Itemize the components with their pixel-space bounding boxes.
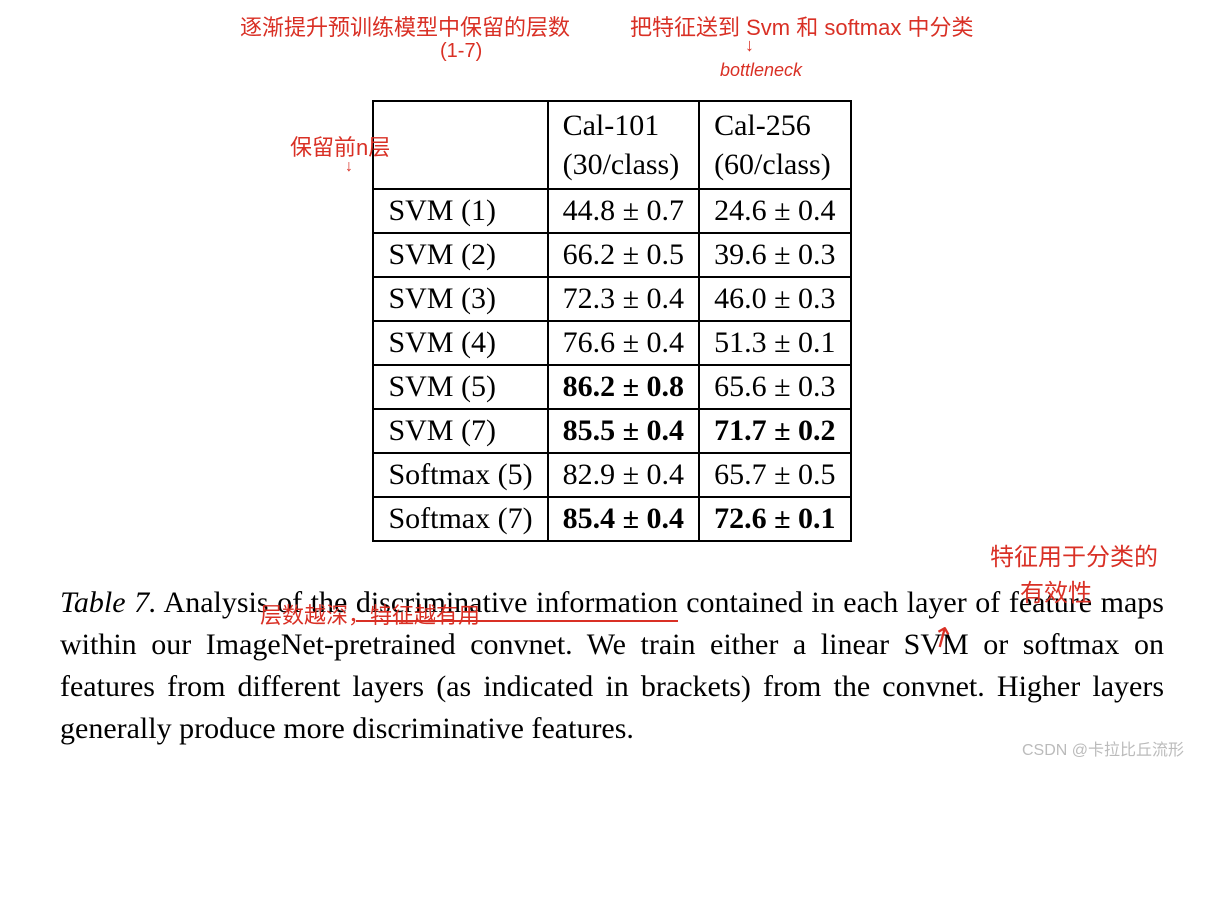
method-cell: SVM (4) — [373, 321, 547, 365]
cal101-cell: 86.2 ± 0.8 — [548, 365, 699, 409]
cal256-cell: 65.7 ± 0.5 — [699, 453, 850, 497]
annotation-top-left: 逐渐提升预训练模型中保留的层数 — [240, 10, 570, 42]
cal101-cell: 85.4 ± 0.4 — [548, 497, 699, 541]
method-cell: Softmax (5) — [373, 453, 547, 497]
header-cal256-line2: (60/class) — [714, 148, 831, 181]
header-cal101-line1: Cal-101 — [563, 109, 660, 142]
annotation-top-left-sub: (1-7) — [440, 40, 482, 63]
cal256-cell: 46.0 ± 0.3 — [699, 277, 850, 321]
cal256-cell: 24.6 ± 0.4 — [699, 189, 850, 233]
cal256-cell: 51.3 ± 0.1 — [699, 321, 850, 365]
table-body: SVM (1)44.8 ± 0.724.6 ± 0.4SVM (2)66.2 ±… — [373, 189, 850, 541]
table-row: SVM (7)85.5 ± 0.471.7 ± 0.2 — [373, 409, 850, 453]
table-row: SVM (2)66.2 ± 0.539.6 ± 0.3 — [373, 233, 850, 277]
table-row: Softmax (7)85.4 ± 0.472.6 ± 0.1 — [373, 497, 850, 541]
annotation-arrow-small-icon: ↓ — [345, 158, 353, 176]
method-cell: Softmax (7) — [373, 497, 547, 541]
annotation-arrow-down-icon: ↓ — [745, 35, 754, 56]
table-row: SVM (4)76.6 ± 0.451.3 ± 0.1 — [373, 321, 850, 365]
caption-label: Table 7. — [60, 586, 157, 619]
header-cal101: Cal-101 (30/class) — [548, 101, 699, 189]
annotation-right-line2: 有效性 — [1020, 580, 1092, 607]
cal101-cell: 66.2 ± 0.5 — [548, 233, 699, 277]
cal101-cell: 76.6 ± 0.4 — [548, 321, 699, 365]
annotation-keep-layers: 保留前n层 — [290, 130, 390, 162]
method-cell: SVM (5) — [373, 365, 547, 409]
cal101-cell: 44.8 ± 0.7 — [548, 189, 699, 233]
table-row: SVM (3)72.3 ± 0.446.0 ± 0.3 — [373, 277, 850, 321]
watermark: CSDN @卡拉比丘流形 — [1022, 736, 1184, 760]
results-table: Cal-101 (30/class) Cal-256 (60/class) SV… — [372, 100, 851, 542]
header-cal101-line2: (30/class) — [563, 148, 680, 181]
header-empty — [373, 101, 547, 189]
cal256-cell: 39.6 ± 0.3 — [699, 233, 850, 277]
annotation-below-table: 层数越深，特征越有用 — [260, 598, 480, 630]
method-cell: SVM (1) — [373, 189, 547, 233]
method-cell: SVM (3) — [373, 277, 547, 321]
method-cell: SVM (2) — [373, 233, 547, 277]
header-cal256-line1: Cal-256 — [714, 109, 811, 142]
annotation-right-line1: 特征用于分类的 — [990, 544, 1158, 571]
table-row: SVM (1)44.8 ± 0.724.6 ± 0.4 — [373, 189, 850, 233]
annotation-top-right: 把特征送到 Svm 和 softmax 中分类 — [630, 10, 973, 42]
cal256-cell: 65.6 ± 0.3 — [699, 365, 850, 409]
cal101-cell: 82.9 ± 0.4 — [548, 453, 699, 497]
cal256-cell: 72.6 ± 0.1 — [699, 497, 850, 541]
table-row: SVM (5)86.2 ± 0.865.6 ± 0.3 — [373, 365, 850, 409]
cal101-cell: 72.3 ± 0.4 — [548, 277, 699, 321]
annotation-bottleneck: bottleneck — [720, 60, 802, 81]
annotation-right: 特征用于分类的 有效性 — [990, 540, 1158, 612]
method-cell: SVM (7) — [373, 409, 547, 453]
table-row: Softmax (5)82.9 ± 0.465.7 ± 0.5 — [373, 453, 850, 497]
cal101-cell: 85.5 ± 0.4 — [548, 409, 699, 453]
cal256-cell: 71.7 ± 0.2 — [699, 409, 850, 453]
header-cal256: Cal-256 (60/class) — [699, 101, 850, 189]
table-header-row: Cal-101 (30/class) Cal-256 (60/class) — [373, 101, 850, 189]
